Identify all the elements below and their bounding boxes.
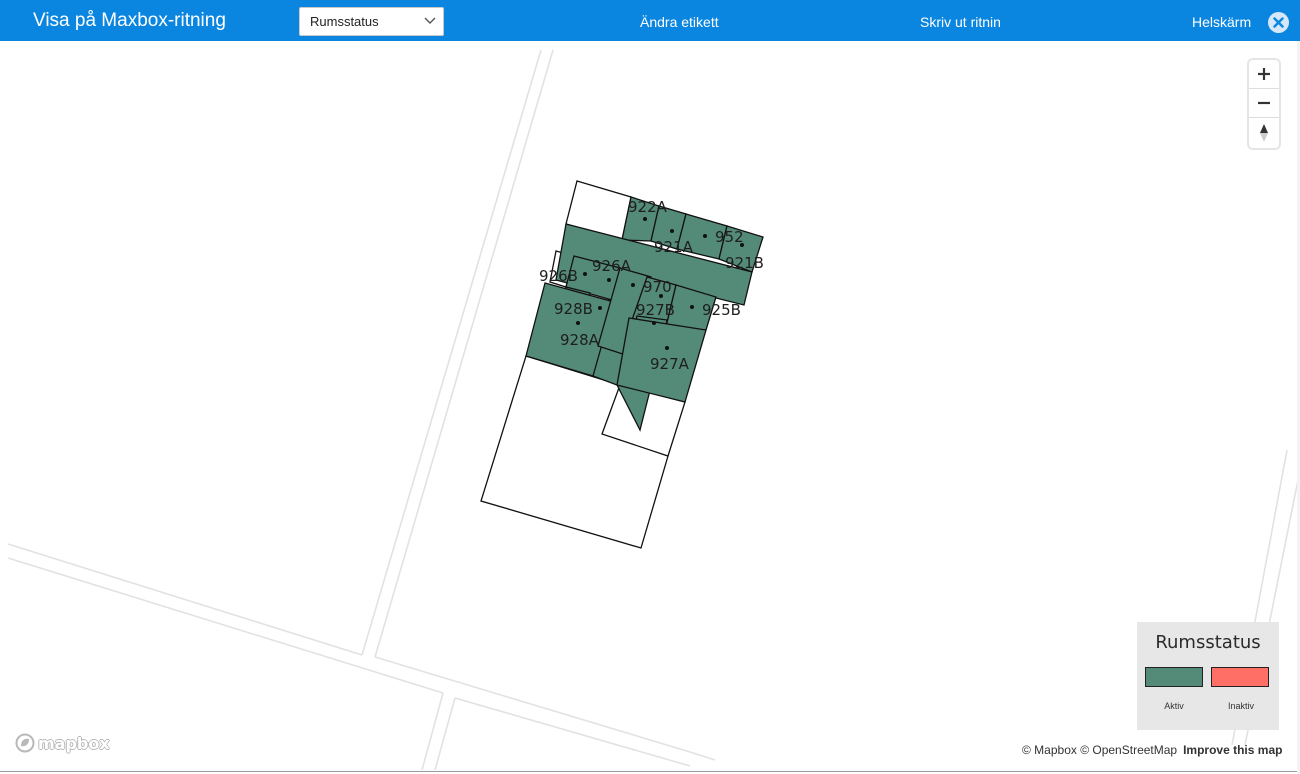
mapbox-logo[interactable]: mapbox — [15, 732, 110, 754]
legend-swatch-active — [1145, 667, 1203, 687]
layer-select[interactable]: Rumsstatus — [299, 7, 444, 36]
legend-label-active: Aktiv — [1164, 701, 1184, 711]
room-label: 927A — [650, 355, 690, 373]
room-label: 926B — [539, 267, 578, 285]
legend-swatch-inactive — [1211, 667, 1269, 687]
edit-label-button[interactable]: Ändra etikett — [640, 14, 719, 30]
top-bar: Visa på Maxbox-ritning Rumsstatus Ändra … — [0, 0, 1300, 41]
print-drawing-button[interactable]: Skriv ut ritnin — [920, 14, 1001, 30]
room-label: 922A — [628, 198, 668, 216]
room-label: 928A — [560, 331, 600, 349]
zoom-controls — [1249, 60, 1279, 148]
legend-label-inactive: Inaktiv — [1227, 701, 1254, 711]
page-title: Visa på Maxbox-ritning — [33, 10, 226, 31]
map-attribution: © Mapbox © OpenStreetMap Improve this map — [1022, 743, 1282, 757]
compass-icon — [1260, 123, 1268, 142]
layer-select-value: Rumsstatus — [310, 14, 379, 29]
fullscreen-button[interactable]: Helskärm — [1192, 14, 1251, 30]
legend: Rumsstatus Aktiv Inaktiv — [1137, 622, 1279, 730]
room-label: 952 — [715, 228, 744, 246]
floor-plan-map: 922A 921A 952 921B 926B 926A 970 928B 92… — [7, 49, 1299, 771]
zoom-in-button[interactable] — [1249, 60, 1279, 89]
room-label: 928B — [554, 300, 593, 318]
room-label: 927B — [636, 301, 675, 319]
close-button[interactable] — [1268, 12, 1289, 33]
reset-bearing-button[interactable] — [1249, 118, 1279, 147]
attribution-text[interactable]: © Mapbox © OpenStreetMap — [1022, 743, 1177, 757]
minus-icon — [1258, 101, 1270, 105]
room-label: 921B — [725, 254, 764, 272]
room-label: 925B — [702, 301, 741, 319]
map-canvas[interactable]: 922A 921A 952 921B 926B 926A 970 928B 92… — [0, 41, 1300, 772]
improve-map-link[interactable]: Improve this map — [1183, 743, 1282, 757]
zoom-out-button[interactable] — [1249, 89, 1279, 118]
chevron-down-icon — [424, 17, 436, 24]
plus-icon — [1258, 68, 1270, 80]
room-label: 921A — [654, 238, 694, 256]
room-label: 926A — [592, 257, 632, 275]
legend-title: Rumsstatus — [1155, 632, 1261, 653]
room-label: 970 — [643, 278, 672, 296]
mapbox-logo-icon — [15, 733, 35, 753]
mapbox-logo-text: mapbox — [38, 733, 110, 753]
close-icon — [1273, 17, 1284, 28]
